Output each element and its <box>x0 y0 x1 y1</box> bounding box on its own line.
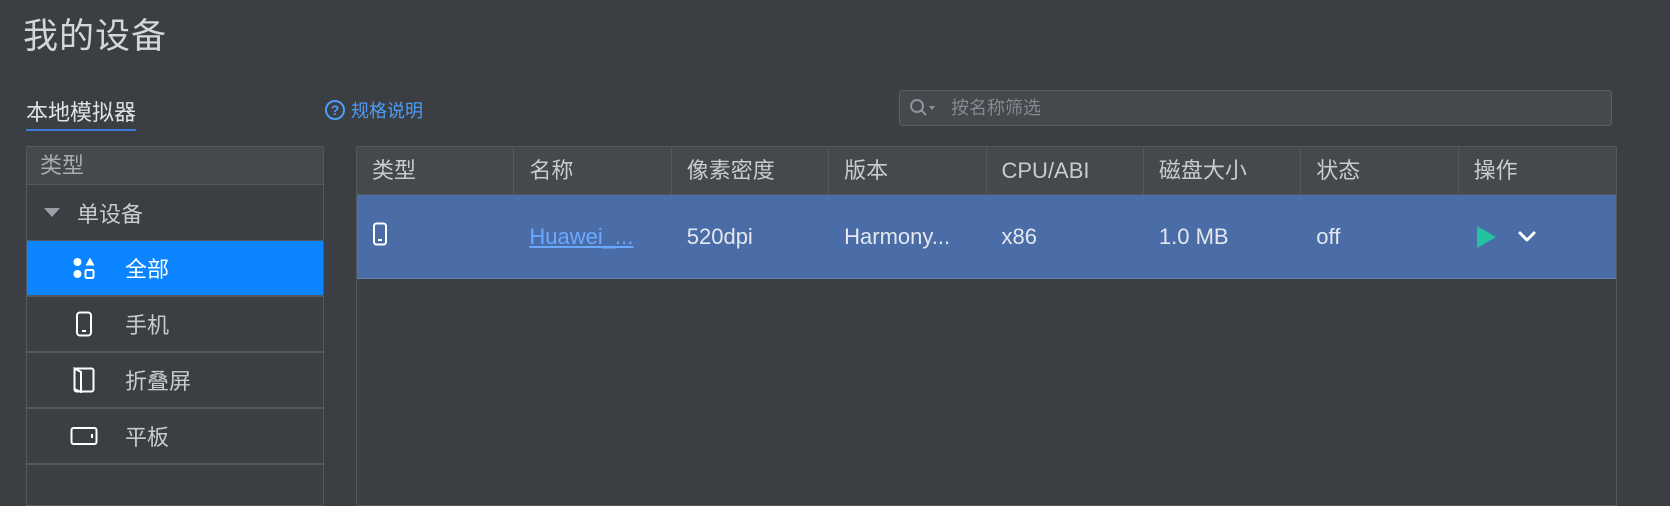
table-row[interactable]: Huawei_... 520dpi Harmony... x86 1.0 MB … <box>357 195 1616 279</box>
device-table: 类型 名称 像素密度 版本 CPU/ABI 磁盘大小 状态 操作 Huawei_… <box>356 146 1617 506</box>
cell-actions <box>1459 225 1616 248</box>
sidebar-item-label: 手机 <box>125 313 170 338</box>
foldable-icon <box>69 365 99 395</box>
column-header-status[interactable]: 状态 <box>1301 147 1459 194</box>
search-box[interactable] <box>899 90 1612 126</box>
sidebar-item-all[interactable]: 全部 <box>27 241 323 297</box>
spec-link[interactable]: ? 规格说明 <box>325 97 423 123</box>
sidebar-item-label: 平板 <box>125 425 170 450</box>
sidebar-item-label: 折叠屏 <box>125 369 192 394</box>
page-title: 我的设备 <box>23 17 168 56</box>
spec-link-label: 规格说明 <box>351 101 423 121</box>
column-header-cpu[interactable]: CPU/ABI <box>987 147 1144 194</box>
column-header-type[interactable]: 类型 <box>357 147 515 194</box>
sidebar-item-label: 全部 <box>125 257 170 282</box>
column-header-disk[interactable]: 磁盘大小 <box>1144 147 1302 194</box>
triangle-down-icon[interactable] <box>44 208 60 217</box>
phone-icon <box>69 309 99 339</box>
table-header: 类型 名称 像素密度 版本 CPU/ABI 磁盘大小 状态 操作 <box>357 147 1616 195</box>
column-header-density[interactable]: 像素密度 <box>672 147 830 194</box>
tab-local-emulator[interactable]: 本地模拟器 <box>26 95 137 131</box>
tablet-icon <box>69 421 99 451</box>
type-filter-panel: 类型 单设备 全部 手机 折叠屏 平板 <box>26 146 324 506</box>
grid-shapes-icon <box>69 253 99 283</box>
device-name-link[interactable]: Huawei_... <box>529 224 633 249</box>
group-label: 单设备 <box>77 201 144 227</box>
cell-density: 520dpi <box>686 223 753 249</box>
column-header-actions[interactable]: 操作 <box>1459 147 1616 194</box>
search-input[interactable] <box>949 96 1553 120</box>
group-single-device[interactable]: 单设备 <box>27 185 323 241</box>
type-filter-header: 类型 <box>27 147 323 185</box>
cell-version: Harmony... <box>844 223 951 249</box>
sidebar-item-tablet[interactable]: 平板 <box>27 409 323 465</box>
sidebar-item-phone[interactable]: 手机 <box>27 297 323 353</box>
cell-disk: 1.0 MB <box>1158 223 1229 249</box>
play-icon[interactable] <box>1476 225 1496 248</box>
phone-icon <box>373 222 387 245</box>
column-header-name[interactable]: 名称 <box>514 147 672 194</box>
cell-cpu: x86 <box>1001 223 1037 249</box>
cell-type <box>357 222 514 252</box>
sidebar-item-foldable[interactable]: 折叠屏 <box>27 353 323 409</box>
search-icon[interactable] <box>909 98 937 118</box>
cell-name: Huawei_... <box>514 224 671 250</box>
column-header-version[interactable]: 版本 <box>829 147 987 194</box>
cell-status: off <box>1316 223 1341 249</box>
chevron-down-icon[interactable] <box>1518 231 1536 243</box>
question-circle-icon: ? <box>325 100 345 120</box>
